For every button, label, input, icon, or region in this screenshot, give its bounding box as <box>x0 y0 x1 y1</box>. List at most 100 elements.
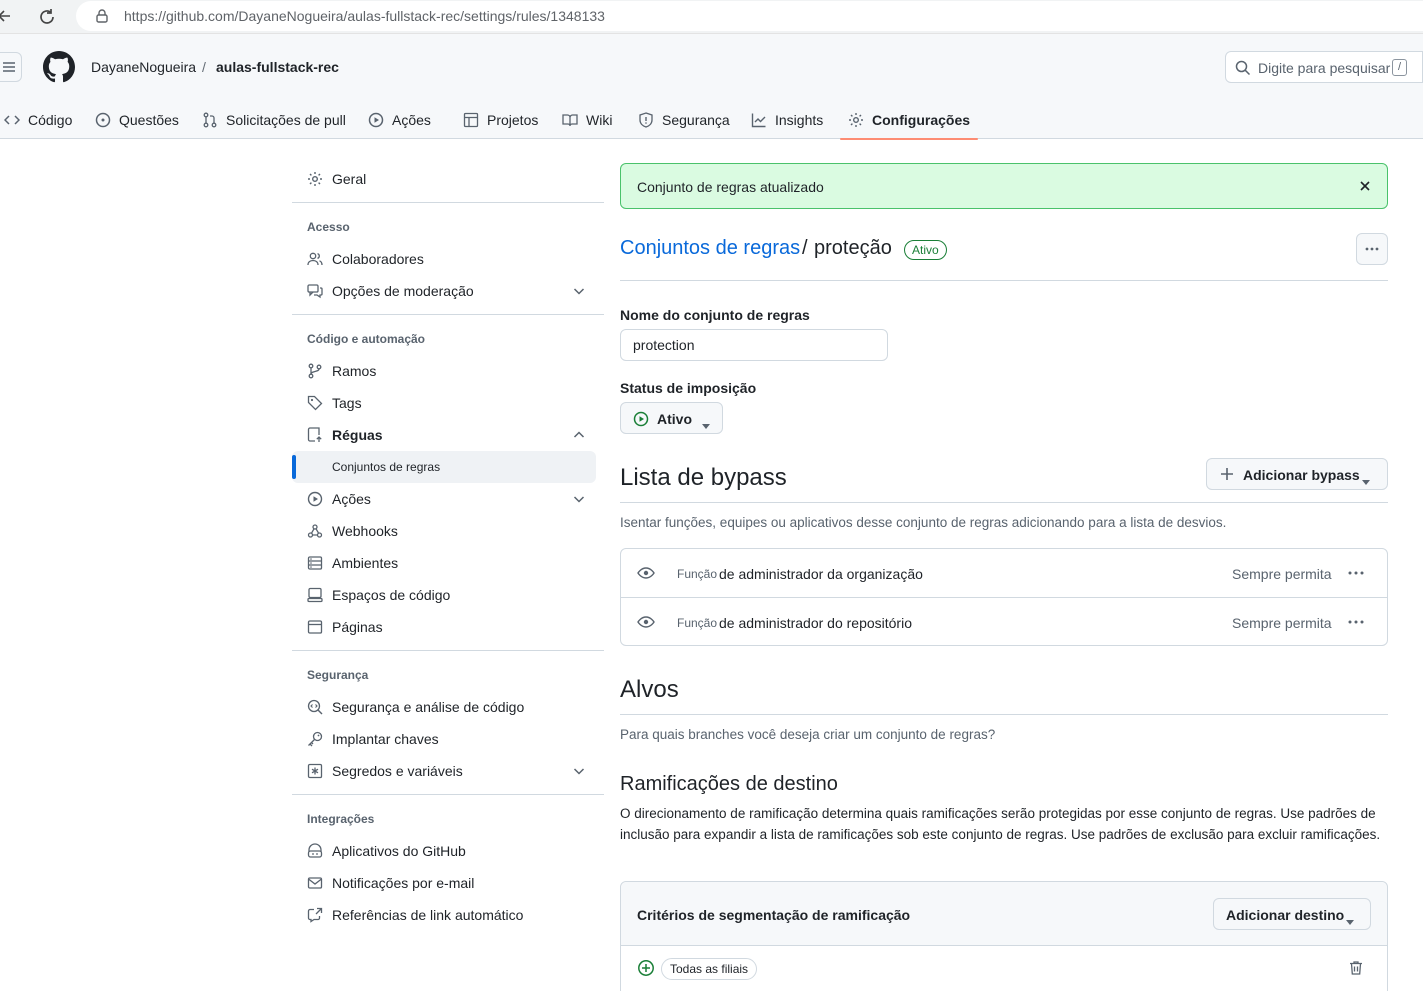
comment-discussion-icon <box>307 283 323 299</box>
sidebar-item-branches[interactable]: Ramos <box>292 355 596 387</box>
bypass-actor-kind: Função <box>677 616 718 630</box>
sidebar-item-collaborators[interactable]: Colaboradores <box>292 243 596 275</box>
tab-settings[interactable]: Configurações <box>839 100 979 140</box>
search-icon <box>1235 60 1251 79</box>
tab-insights[interactable]: Insights <box>751 100 823 139</box>
selected-indicator <box>292 455 296 479</box>
sidebar-item-label: Geral <box>332 171 367 187</box>
sidebar-item-label: Webhooks <box>332 523 398 539</box>
tab-security[interactable]: Segurança <box>638 100 730 139</box>
sidebar-item-secrets[interactable]: Segredos e variáveis <box>292 755 596 787</box>
sidebar-item-webhooks[interactable]: Webhooks <box>292 515 596 547</box>
ruleset-name-input[interactable] <box>620 329 888 361</box>
divider <box>620 714 1388 715</box>
sidebar-item-label: Aplicativos do GitHub <box>332 843 466 859</box>
bypass-mode: Sempre permita <box>1232 566 1332 582</box>
bypass-mode: Sempre permita <box>1232 615 1332 631</box>
repo-link[interactable]: aulas-fullstack-rec <box>216 59 339 75</box>
breadcrumb-separator: / <box>202 59 206 75</box>
list-item: Função de administrador da organização S… <box>621 549 1387 597</box>
sidebar-item-label: Opções de moderação <box>332 283 474 299</box>
reload-icon[interactable] <box>36 6 58 28</box>
tab-projects[interactable]: Projetos <box>463 100 538 139</box>
table-icon <box>463 112 479 127</box>
sidebar-item-deploy-keys[interactable]: Implantar chaves <box>292 723 596 755</box>
add-bypass-button[interactable]: Adicionar bypass <box>1206 458 1388 490</box>
branch-targeting-header: Critérios de segmentação de ramificação … <box>621 882 1387 946</box>
sidebar-item-codespaces[interactable]: Espaços de código <box>292 579 596 611</box>
enforcement-status-label: Status de imposição <box>620 380 757 396</box>
plus-icon <box>1220 467 1234 484</box>
targets-description: Para quais branches você deseja criar um… <box>620 727 996 742</box>
menu-button[interactable] <box>0 52 22 82</box>
sidebar-item-pages[interactable]: Páginas <box>292 611 596 643</box>
kebab-horizontal-icon[interactable] <box>1347 565 1365 584</box>
codespaces-icon <box>307 587 323 603</box>
close-icon[interactable] <box>1358 179 1372 196</box>
sidebar-item-environments[interactable]: Ambientes <box>292 547 596 579</box>
flash-text: Conjunto de regras atualizado <box>637 179 824 195</box>
pull-request-icon <box>203 112 217 127</box>
chevron-down-icon[interactable] <box>572 284 586 301</box>
enforcement-status-value: Ativo <box>657 411 692 427</box>
flash-message: Conjunto de regras atualizado <box>620 163 1388 209</box>
sidebar-item-general[interactable]: Geral <box>292 163 596 195</box>
address-bar[interactable]: https://github.com/DayaneNogueira/aulas-… <box>76 1 1423 31</box>
gear-icon <box>307 171 323 187</box>
sidebar-item-tags[interactable]: Tags <box>292 387 596 419</box>
cross-reference-icon <box>307 907 323 923</box>
ruleset-options-button[interactable] <box>1356 233 1388 265</box>
gear-icon <box>849 112 863 127</box>
sidebar-item-rulesets[interactable]: Conjuntos de regras <box>292 451 596 483</box>
rulesets-breadcrumb-link[interactable]: Conjuntos de regras <box>620 237 800 260</box>
tab-actions[interactable]: Ações <box>368 100 431 139</box>
enforcement-status-dropdown[interactable]: Ativo <box>620 402 723 434</box>
add-target-button[interactable]: Adicionar destino <box>1213 898 1371 930</box>
apps-icon <box>307 843 323 859</box>
sidebar-item-rules[interactable]: Réguas <box>292 419 596 451</box>
breadcrumb-separator: / <box>802 237 808 259</box>
github-logo-icon[interactable] <box>43 51 75 83</box>
tab-issues-label: Questões <box>119 111 179 128</box>
webhook-icon <box>307 523 323 539</box>
sidebar-item-github-apps[interactable]: Aplicativos do GitHub <box>292 835 596 867</box>
chevron-down-icon[interactable] <box>572 764 586 781</box>
play-icon <box>633 411 649 430</box>
tab-issues[interactable]: Questões <box>95 100 179 139</box>
add-target-label: Adicionar destino <box>1226 907 1345 923</box>
sidebar-item-label: Páginas <box>332 619 383 635</box>
kebab-horizontal-icon <box>1365 247 1379 251</box>
bypass-list-heading: Lista de bypass <box>620 464 787 491</box>
hamburger-icon <box>3 62 15 72</box>
sidebar-item-moderation[interactable]: Opções de moderação <box>292 275 596 307</box>
tab-wiki[interactable]: Wiki <box>562 100 612 139</box>
list-item: Todas as filiais <box>621 946 1387 991</box>
tab-pull-requests[interactable]: Solicitações de pull <box>202 100 346 139</box>
url-text[interactable]: https://github.com/DayaneNogueira/aulas-… <box>124 8 605 24</box>
sidebar-item-actions[interactable]: Ações <box>292 483 596 515</box>
owner-link[interactable]: DayaneNogueira <box>91 59 196 75</box>
chevron-up-icon[interactable] <box>572 428 586 445</box>
divider <box>292 202 604 203</box>
sidebar-group-access: Acesso <box>307 220 350 234</box>
target-branches-heading: Ramificações de destino <box>620 773 838 795</box>
bypass-actor-kind: Função <box>677 567 718 581</box>
repo-push-icon <box>307 427 323 443</box>
sidebar-item-autolink[interactable]: Referências de link automático <box>292 899 596 931</box>
kebab-horizontal-icon[interactable] <box>1347 614 1365 633</box>
sidebar-group-security: Segurança <box>307 668 369 682</box>
branch-targeting-box: Critérios de segmentação de ramificação … <box>620 881 1388 991</box>
chevron-down-icon[interactable] <box>572 492 586 509</box>
list-item: Função de administrador do repositório S… <box>621 597 1387 645</box>
search-input[interactable]: Digite para pesquisar / <box>1225 51 1423 83</box>
back-icon[interactable] <box>0 6 14 26</box>
tab-code[interactable]: Código <box>4 100 72 139</box>
targets-heading: Alvos <box>620 676 679 703</box>
sidebar-item-code-security[interactable]: Segurança e análise de código <box>292 691 596 723</box>
trash-icon[interactable] <box>1349 960 1363 979</box>
divider <box>292 314 604 315</box>
sidebar-item-label: Implantar chaves <box>332 731 439 747</box>
branch-targeting-title: Critérios de segmentação de ramificação <box>637 907 911 923</box>
sidebar-item-email-notifications[interactable]: Notificações por e-mail <box>292 867 596 899</box>
site-info-icon[interactable] <box>94 8 110 24</box>
